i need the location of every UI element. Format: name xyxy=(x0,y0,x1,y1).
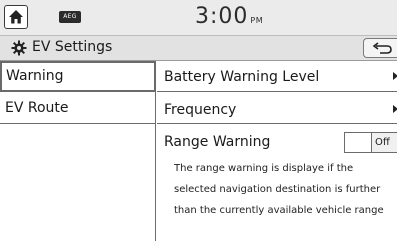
clock: 3:00 PM xyxy=(195,4,263,34)
back-icon xyxy=(372,42,392,54)
battery-warning-level-label: Battery Warning Level xyxy=(164,69,320,85)
left-menu-item-ev-route[interactable]: EV Route xyxy=(0,93,156,124)
toggle-on-segment[interactable] xyxy=(345,133,370,152)
chevron-right-icon xyxy=(393,72,397,80)
system-badge: AEG xyxy=(59,11,81,23)
range-warning-description-line-3: than the currently available vehicle ran… xyxy=(174,205,384,216)
range-warning-description-line-2: selected navigation destination is furth… xyxy=(174,184,381,195)
home-icon xyxy=(9,10,23,24)
clock-time: 3:00 xyxy=(195,4,249,29)
page-title: EV Settings xyxy=(32,39,113,55)
clock-ampm: PM xyxy=(250,16,264,25)
frequency-label: Frequency xyxy=(164,102,237,118)
left-menu-item-warning[interactable]: Warning xyxy=(0,61,156,92)
range-warning-label: Range Warning xyxy=(164,134,271,150)
range-warning-description-line-1: The range warning is displaye if the xyxy=(174,163,354,174)
gear-icon xyxy=(11,40,27,56)
toggle-off-segment[interactable]: Off xyxy=(371,133,397,152)
back-button[interactable] xyxy=(363,38,397,58)
home-button[interactable] xyxy=(4,5,28,29)
chevron-right-icon xyxy=(393,105,397,113)
